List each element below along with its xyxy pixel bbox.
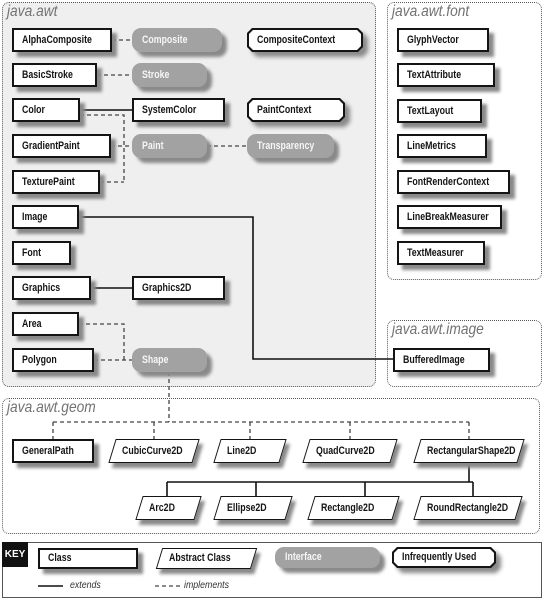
node-gradient-paint: GradientPaint bbox=[12, 134, 111, 158]
node-stroke: Stroke bbox=[132, 63, 207, 87]
node-font: Font bbox=[12, 241, 71, 265]
node-color: Color bbox=[12, 98, 80, 122]
package-title: java.awt.image bbox=[392, 321, 484, 338]
node-texture-paint: TexturePaint bbox=[12, 170, 100, 194]
node-paint-context: PaintContext bbox=[247, 98, 345, 122]
legend-label: Class bbox=[48, 552, 72, 564]
legend-class: Class bbox=[38, 548, 138, 569]
package-title: java.awt.geom bbox=[7, 399, 96, 416]
node-label: GradientPaint bbox=[22, 140, 80, 152]
node-label: BufferedImage bbox=[403, 354, 465, 366]
node-line-break-measurer: LineBreakMeasurer bbox=[397, 205, 502, 229]
node-label: TexturePaint bbox=[22, 176, 75, 188]
node-paint: Paint bbox=[132, 134, 207, 158]
node-round-rectangle-2d: RoundRectangle2D bbox=[413, 496, 523, 520]
node-label: RoundRectangle2D bbox=[427, 502, 509, 514]
node-ellipse-2d: Ellipse2D bbox=[213, 496, 293, 520]
node-rectangular-shape-2d: RectangularShape2D bbox=[413, 439, 525, 463]
node-label: TextLayout bbox=[407, 105, 454, 117]
node-image: Image bbox=[12, 205, 79, 229]
legend-abstract-class: Abstract Class bbox=[155, 548, 258, 569]
node-alpha-composite: AlphaComposite bbox=[12, 28, 112, 52]
node-text-measurer: TextMeasurer bbox=[397, 241, 485, 265]
node-label: QuadCurve2D bbox=[316, 445, 375, 457]
node-arc-2d: Arc2D bbox=[135, 496, 202, 520]
node-line-2d: Line2D bbox=[213, 439, 287, 463]
package-title: java.awt bbox=[7, 3, 58, 20]
node-label: BasicStroke bbox=[22, 69, 73, 81]
legend-label: Interface bbox=[285, 551, 322, 563]
node-rectangle-2d: Rectangle2D bbox=[307, 496, 400, 520]
node-label: Transparency bbox=[257, 140, 315, 152]
node-label: GlyphVector bbox=[407, 34, 459, 46]
node-quad-curve-2d: QuadCurve2D bbox=[302, 439, 398, 463]
node-label: Rectangle2D bbox=[321, 502, 375, 514]
node-label: CompositeContext bbox=[257, 34, 336, 46]
node-shape: Shape bbox=[132, 348, 207, 372]
node-shape bbox=[12, 241, 71, 265]
node-text-layout: TextLayout bbox=[397, 99, 482, 123]
node-label: Stroke bbox=[142, 69, 170, 81]
node-label: Color bbox=[22, 104, 45, 116]
node-label: LineBreakMeasurer bbox=[407, 211, 489, 223]
node-cubic-curve-2d: CubicCurve2D bbox=[108, 439, 200, 463]
legend-extends-text: extends bbox=[70, 580, 101, 591]
node-buffered-image: BufferedImage bbox=[393, 348, 490, 372]
node-label: FontRenderContext bbox=[407, 176, 490, 188]
node-label: TextMeasurer bbox=[407, 247, 464, 259]
node-label: Graphics bbox=[22, 282, 61, 294]
legend-label: Abstract Class bbox=[169, 552, 231, 564]
node-label: GeneralPath bbox=[22, 445, 74, 457]
node-text-attribute: TextAttribute bbox=[397, 63, 495, 87]
legend-label: Infrequently Used bbox=[402, 551, 477, 563]
legend-implements-text: implements bbox=[184, 580, 230, 591]
node-label: Font bbox=[22, 247, 42, 259]
node-label: SystemColor bbox=[142, 104, 197, 116]
node-system-color: SystemColor bbox=[132, 98, 225, 122]
node-general-path: GeneralPath bbox=[12, 439, 94, 463]
node-graphics: Graphics bbox=[12, 276, 91, 300]
legend-infrequently-used: Infrequently Used bbox=[392, 547, 496, 568]
node-label: AlphaComposite bbox=[22, 34, 92, 46]
legend-interface: Interface bbox=[275, 547, 380, 568]
node-graphics2d: Graphics2D bbox=[132, 276, 225, 300]
node-label: Shape bbox=[142, 354, 169, 366]
node-label: Image bbox=[22, 211, 48, 223]
legend-title: KEY bbox=[2, 542, 28, 567]
node-composite-context: CompositeContext bbox=[247, 28, 363, 52]
node-basic-stroke: BasicStroke bbox=[12, 63, 97, 87]
node-composite: Composite bbox=[132, 28, 222, 52]
node-label: Graphics2D bbox=[142, 282, 192, 294]
node-label: Paint bbox=[142, 140, 164, 152]
node-line-metrics: LineMetrics bbox=[397, 134, 487, 158]
node-label: Line2D bbox=[227, 445, 257, 457]
node-label: Composite bbox=[142, 34, 188, 46]
node-transparency: Transparency bbox=[247, 134, 334, 158]
node-font-render-context: FontRenderContext bbox=[397, 170, 510, 194]
node-label: RectangularShape2D bbox=[427, 445, 516, 457]
node-label: LineMetrics bbox=[407, 140, 456, 152]
node-label: Area bbox=[22, 318, 42, 330]
node-label: Ellipse2D bbox=[227, 502, 267, 514]
node-glyph-vector: GlyphVector bbox=[397, 28, 489, 52]
package-title: java.awt.font bbox=[392, 3, 470, 20]
node-label: TextAttribute bbox=[407, 69, 462, 81]
node-label: Polygon bbox=[22, 354, 57, 366]
node-label: CubicCurve2D bbox=[122, 445, 183, 457]
node-polygon: Polygon bbox=[12, 348, 94, 372]
node-label: Arc2D bbox=[149, 502, 175, 514]
node-label: PaintContext bbox=[257, 104, 312, 116]
node-area: Area bbox=[12, 312, 79, 336]
class-diagram: java.awt java.awt.font java.awt.image ja… bbox=[0, 0, 543, 599]
